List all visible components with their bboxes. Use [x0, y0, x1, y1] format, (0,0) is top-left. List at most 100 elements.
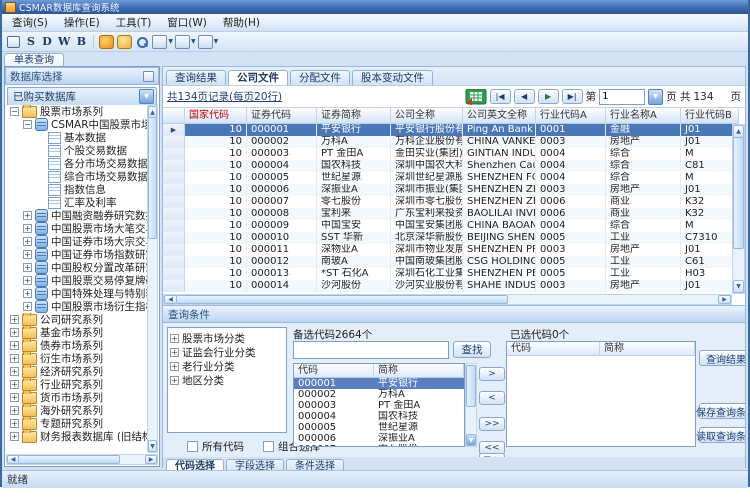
expand-plus-icon[interactable]: + — [10, 432, 19, 441]
toolbar-letter-button-w[interactable]: W — [55, 34, 73, 50]
expand-plus-icon[interactable]: + — [23, 289, 32, 298]
expand-plus-icon[interactable]: + — [170, 348, 179, 357]
list-item[interactable]: 000004国农科技 — [294, 411, 464, 422]
first-page-button[interactable]: |◀ — [490, 89, 511, 104]
transfer-button-2[interactable]: >> — [479, 417, 505, 431]
collapse-minus-icon[interactable]: − — [23, 120, 32, 129]
tree-item[interactable]: −CSMAR中国股票市场交易数据库 — [6, 118, 147, 131]
page-spinner-icon[interactable]: ▼ — [648, 89, 663, 105]
cards-tool-button[interactable]: ▼ — [175, 34, 196, 50]
print-tool-button[interactable]: ▼ — [152, 34, 173, 50]
expand-plus-icon[interactable]: + — [170, 334, 179, 343]
next-page-button[interactable]: ▶ — [538, 89, 559, 104]
expand-plus-icon[interactable]: + — [23, 276, 32, 285]
table-row[interactable]: 10000009中国宝安中国宝安集团股份...CHINA BAOAN (G...… — [163, 220, 732, 232]
expand-plus-icon[interactable]: + — [170, 376, 179, 385]
expand-plus-icon[interactable]: + — [10, 380, 19, 389]
transfer-button-1[interactable]: < — [479, 391, 505, 405]
expand-plus-icon[interactable]: + — [23, 302, 32, 311]
menu-item-0[interactable]: 查询(S) — [4, 15, 56, 31]
expand-plus-icon[interactable]: + — [10, 419, 19, 428]
key-tool-button[interactable] — [116, 34, 132, 50]
tree-item[interactable]: +中国证券市场指数研究数据库 — [6, 248, 147, 261]
list-item[interactable]: 000003PT 金田A — [294, 400, 464, 411]
tree-item[interactable]: +中国特殊处理与特别转让股票研究数 — [6, 287, 147, 300]
grid-header-5[interactable]: 行业代码A — [536, 108, 606, 124]
tree-vscroll-thumb[interactable] — [148, 117, 157, 239]
all-codes-checkbox-row[interactable]: 所有代码 — [187, 439, 244, 454]
menu-item-3[interactable]: 窗口(W) — [159, 15, 215, 31]
grid-hscroll-thumb[interactable] — [176, 295, 508, 304]
query-result-button[interactable]: 查询结果 — [699, 350, 745, 366]
list-header-0[interactable]: 代码 — [294, 364, 374, 378]
list-header-1[interactable]: 简称 — [600, 342, 695, 356]
grid-header-7[interactable]: 行业代码B — [681, 108, 739, 124]
grid-tool-button[interactable]: ▼ — [198, 34, 219, 50]
category-tree-item[interactable]: +证监会行业分类 — [170, 345, 284, 359]
expand-plus-icon[interactable]: + — [23, 250, 32, 259]
expand-plus-icon[interactable]: + — [23, 211, 32, 220]
collapse-minus-icon[interactable]: − — [10, 107, 19, 116]
list-item[interactable]: 000007零七股份 — [294, 444, 464, 447]
tree-item[interactable]: +专题研究系列 — [6, 417, 147, 430]
tree-item[interactable]: +债券市场系列 — [6, 339, 147, 352]
tree-item[interactable]: +衍生市场系列 — [6, 352, 147, 365]
scroll-right-icon[interactable]: ▶ — [145, 455, 157, 464]
tree-item[interactable]: +货币市场系列 — [6, 391, 147, 404]
list-header-0[interactable]: 代码 — [507, 342, 600, 356]
table-row[interactable]: 10000007零七股份深圳市零七股份有...SHENZHEN ZERO-...… — [163, 196, 732, 208]
grid-vscroll-thumb[interactable] — [733, 137, 744, 249]
list-item[interactable]: 000002万科A — [294, 389, 464, 400]
table-row[interactable]: 10000011深物业A深圳市物业发展集...SHENZHEN PROPE...… — [163, 244, 732, 256]
scroll-down-icon[interactable]: ▼ — [148, 440, 157, 452]
grid-header-2[interactable]: 证券简称 — [317, 108, 391, 124]
checkbox-icon[interactable] — [263, 441, 274, 452]
grid-header-6[interactable]: 行业名称A — [606, 108, 681, 124]
list-item[interactable]: 000001平安银行 — [294, 378, 464, 389]
tab-result-1[interactable]: 公司文件 — [228, 70, 288, 85]
category-tree-item[interactable]: +地区分类 — [170, 373, 284, 387]
table-row[interactable]: 10000014沙河股份沙河实业股份有限...SHAHE INDUSTRI...… — [163, 280, 732, 292]
expand-plus-icon[interactable]: + — [10, 354, 19, 363]
tree-item[interactable]: +行业研究系列 — [6, 378, 147, 391]
checkbox-icon[interactable] — [187, 441, 198, 452]
expand-plus-icon[interactable]: + — [10, 341, 19, 350]
tree-item[interactable]: +经济研究系列 — [6, 365, 147, 378]
menu-item-4[interactable]: 帮助(H) — [215, 15, 268, 31]
table-row[interactable]: 10000013*ST 石化A深圳石化工业集团...SHENZHEN PETRO… — [163, 268, 732, 280]
transfer-button-0[interactable]: > — [479, 367, 505, 381]
category-tree-item[interactable]: +股票市场分类 — [170, 331, 284, 345]
grid-hscrollbar[interactable]: ◀ ▶ — [163, 294, 732, 305]
expand-plus-icon[interactable]: + — [23, 224, 32, 233]
last-page-button[interactable]: ▶| — [562, 89, 583, 104]
table-row[interactable]: 10000010SST 华新北京深华新股份有...BEIJING SHENHUA… — [163, 232, 732, 244]
expand-plus-icon[interactable]: + — [10, 393, 19, 402]
tree-hscrollbar[interactable]: ◀ ▶ — [6, 454, 158, 465]
tree-item[interactable]: +财务报表数据库 (旧结构) — [6, 430, 147, 443]
tab-result-2[interactable]: 分配文件 — [290, 70, 350, 85]
chevron-down-icon[interactable]: ▼ — [139, 89, 154, 104]
table-row[interactable]: ▶10000001平安银行平安银行股份有限...Ping An Bank Co.… — [163, 124, 732, 136]
toolbar-letter-button-s[interactable]: S — [23, 34, 39, 50]
search-tool-button[interactable] — [134, 34, 150, 50]
tab-result-0[interactable]: 查询结果 — [166, 70, 226, 85]
scroll-right-icon[interactable]: ▶ — [718, 295, 731, 304]
load-query-button[interactable]: 读取查询条件 — [699, 427, 745, 443]
tree-item[interactable]: +公司研究系列 — [6, 313, 147, 326]
category-tree-item[interactable]: +老行业分类 — [170, 359, 284, 373]
available-vscroll-thumb[interactable] — [466, 365, 476, 407]
table-row[interactable]: 10000005世纪星源深圳世纪星源股份...SHENZHEN FOUN...0… — [163, 172, 732, 184]
code-search-input[interactable] — [293, 341, 449, 359]
tree-item[interactable]: 基本数据 — [6, 131, 147, 144]
tree-item[interactable]: 综合市场交易数据 — [6, 170, 147, 183]
find-button[interactable]: 查找 — [453, 341, 491, 358]
table-row[interactable]: 10000004国农科技深圳中国农大科技...Shenzhen Cau Te..… — [163, 160, 732, 172]
expand-plus-icon[interactable]: + — [10, 367, 19, 376]
menu-item-1[interactable]: 操作(E) — [56, 15, 108, 31]
grid-header-0[interactable]: 国家代码 — [185, 108, 247, 124]
tree-item[interactable]: 个股交易数据 — [6, 144, 147, 157]
table-row[interactable]: 10000003PT 金田A金田实业(集团)股...GINTIAN INDUST… — [163, 148, 732, 160]
star-tool-button[interactable] — [98, 34, 114, 50]
list-header-1[interactable]: 简称 — [374, 364, 464, 378]
prev-page-button[interactable]: ◀ — [514, 89, 535, 104]
